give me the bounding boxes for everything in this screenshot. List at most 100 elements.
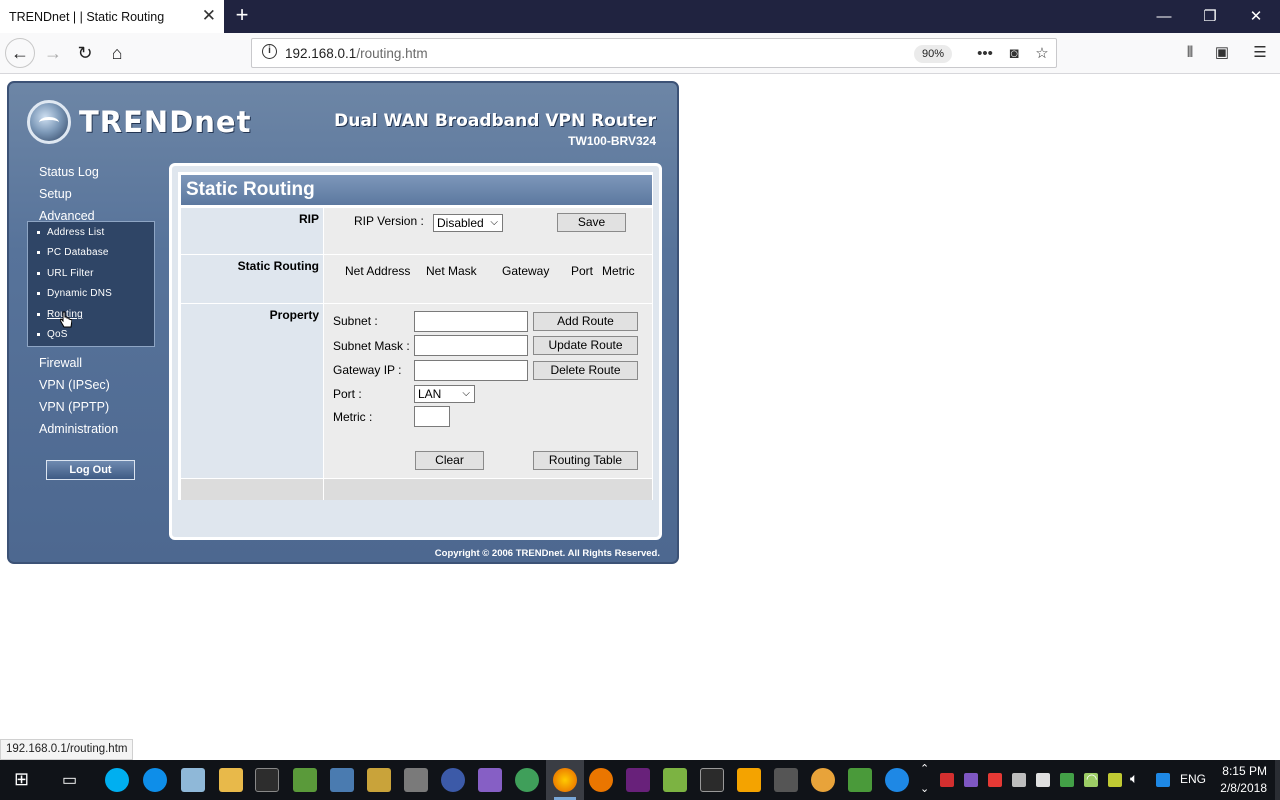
infinity-app-icon[interactable] (441, 768, 465, 792)
usb-icon[interactable] (1012, 773, 1026, 787)
sidebar-item-vpn-ipsec[interactable]: VPN (IPSec) (37, 375, 167, 397)
tray-icon-1[interactable] (940, 773, 954, 787)
property-section-label: Property (181, 304, 324, 478)
app-icon-3[interactable] (663, 768, 687, 792)
forward-icon[interactable]: → (38, 39, 68, 67)
save-button[interactable]: Save (557, 213, 626, 232)
terminal-icon[interactable] (255, 768, 279, 792)
bullet-icon (37, 251, 40, 255)
site-info-icon[interactable]: i (262, 44, 277, 59)
sidebar-item-firewall[interactable]: Firewall (37, 353, 167, 375)
submenu-label: Dynamic DNS (47, 288, 112, 300)
submenu-item-pc-database[interactable]: PC Database (28, 243, 154, 264)
clock-time[interactable]: 8:15 PM (1221, 764, 1267, 778)
window-close-icon[interactable]: ✕ (1233, 0, 1279, 33)
video-editor-icon[interactable] (774, 768, 798, 792)
metric-input[interactable] (414, 406, 450, 427)
globe-app-icon[interactable] (515, 768, 539, 792)
bullet-icon (37, 271, 40, 275)
minimize-icon[interactable]: — (1141, 0, 1187, 33)
routing-table-button[interactable]: Routing Table (533, 451, 638, 470)
back-icon[interactable]: ← (5, 38, 35, 68)
clock-date[interactable]: 2/8/2018 (1219, 781, 1267, 795)
tools-icon[interactable] (404, 768, 428, 792)
sidebar-top: Status Log Setup Advanced (37, 162, 167, 228)
visual-studio-code-icon[interactable] (478, 768, 502, 792)
lock-icon[interactable] (988, 773, 1002, 787)
file-explorer-icon[interactable] (219, 768, 243, 792)
close-tab-icon[interactable]: ✕ (202, 6, 216, 26)
sidebar-icon[interactable]: ▣ (1209, 40, 1235, 66)
trendnet-logo: TRENDnet (27, 100, 251, 144)
app-icon-1[interactable] (293, 768, 317, 792)
library-icon[interactable]: ⫴ (1177, 40, 1203, 66)
shield-icon[interactable] (1036, 773, 1050, 787)
show-desktop-button[interactable] (1275, 760, 1280, 800)
page-title: Static Routing (181, 175, 652, 206)
column-net-mask: Net Mask (426, 264, 477, 278)
blender-icon[interactable] (589, 768, 613, 792)
clear-button[interactable]: Clear (415, 451, 484, 470)
tray-icon-5[interactable] (1108, 773, 1122, 787)
submenu-item-qos[interactable]: QoS (28, 325, 154, 346)
add-route-button[interactable]: Add Route (533, 312, 638, 331)
sidebar-item-setup[interactable]: Setup (37, 184, 167, 206)
bookmark-star-icon[interactable]: ☆ (1031, 43, 1053, 65)
app-icon-2[interactable] (367, 768, 391, 792)
url-text[interactable]: 192.168.0.1/routing.htm (285, 46, 428, 61)
submenu-item-dynamic-dns[interactable]: Dynamic DNS (28, 284, 154, 305)
port-select[interactable]: LAN ⌵ (414, 385, 475, 403)
subnet-mask-input[interactable] (414, 335, 528, 356)
page-actions-icon[interactable]: ••• (974, 43, 996, 65)
metric-label: Metric : (333, 410, 373, 424)
tray-icon-3[interactable] (1060, 773, 1074, 787)
delete-route-button[interactable]: Delete Route (533, 361, 638, 380)
volume-icon[interactable]: 🔈︎ (1130, 770, 1138, 787)
pocket-icon[interactable]: ◙ (1003, 43, 1025, 65)
app-icon-4[interactable] (700, 768, 724, 792)
logout-button[interactable]: Log Out (46, 460, 135, 480)
skype-icon[interactable] (105, 768, 129, 792)
language-indicator[interactable]: ENG (1180, 772, 1206, 786)
reload-icon[interactable]: ↻ (70, 39, 100, 67)
visual-studio-icon[interactable] (626, 768, 650, 792)
router-panel: TRENDnet Dual WAN Broadband VPN Router T… (7, 81, 679, 564)
subnet-input[interactable] (414, 311, 528, 332)
teamviewer-icon[interactable] (143, 768, 167, 792)
sidebar-item-vpn-pptp[interactable]: VPN (PPTP) (37, 397, 167, 419)
static-routing-section-label: Static Routing (181, 255, 324, 303)
menu-icon[interactable]: ☰ (1247, 40, 1273, 66)
property-row: Property Subnet : Add Route Subnet Mask … (181, 303, 652, 478)
home-icon[interactable]: ⌂ (102, 39, 132, 67)
spreadsheet-icon[interactable] (848, 768, 872, 792)
sidebar-item-status-log[interactable]: Status Log (37, 162, 167, 184)
zoom-indicator[interactable]: 90% (914, 45, 952, 63)
column-metric: Metric (602, 264, 635, 278)
submenu-label: Address List (47, 226, 105, 238)
task-view-icon[interactable]: ▭ (62, 770, 77, 790)
wifi-icon[interactable]: ◠ (1086, 771, 1097, 787)
teamviewer-tray-icon[interactable] (1156, 773, 1170, 787)
scroll-down-icon[interactable]: ⌄ (920, 782, 929, 795)
submenu-item-address-list[interactable]: Address List (28, 222, 154, 243)
app-icon-7[interactable] (885, 768, 909, 792)
bullet-icon (37, 333, 40, 337)
new-tab-icon[interactable]: + (230, 2, 254, 30)
app-icon-6[interactable] (811, 768, 835, 792)
rip-version-select[interactable]: Disabled ⌵ (433, 214, 503, 232)
restore-icon[interactable]: ❐ (1187, 0, 1233, 33)
windows-start-icon[interactable]: ⊞ (14, 769, 29, 790)
submenu-item-routing[interactable]: Routing (28, 304, 154, 325)
notes-app-icon[interactable] (181, 768, 205, 792)
network-app-icon[interactable] (330, 768, 354, 792)
browser-tab[interactable]: TRENDnet | | Static Routing ✕ (0, 0, 224, 33)
firefox-icon[interactable] (553, 768, 577, 792)
sidebar-item-administration[interactable]: Administration (37, 419, 167, 441)
gateway-ip-input[interactable] (414, 360, 528, 381)
tray-icon-2[interactable] (964, 773, 978, 787)
update-route-button[interactable]: Update Route (533, 336, 638, 355)
url-bar[interactable]: i 192.168.0.1/routing.htm 90% ••• ◙ ☆ (251, 38, 1057, 68)
app-icon-5[interactable] (737, 768, 761, 792)
submenu-item-url-filter[interactable]: URL Filter (28, 263, 154, 284)
scroll-up-icon[interactable]: ⌃ (920, 762, 929, 775)
